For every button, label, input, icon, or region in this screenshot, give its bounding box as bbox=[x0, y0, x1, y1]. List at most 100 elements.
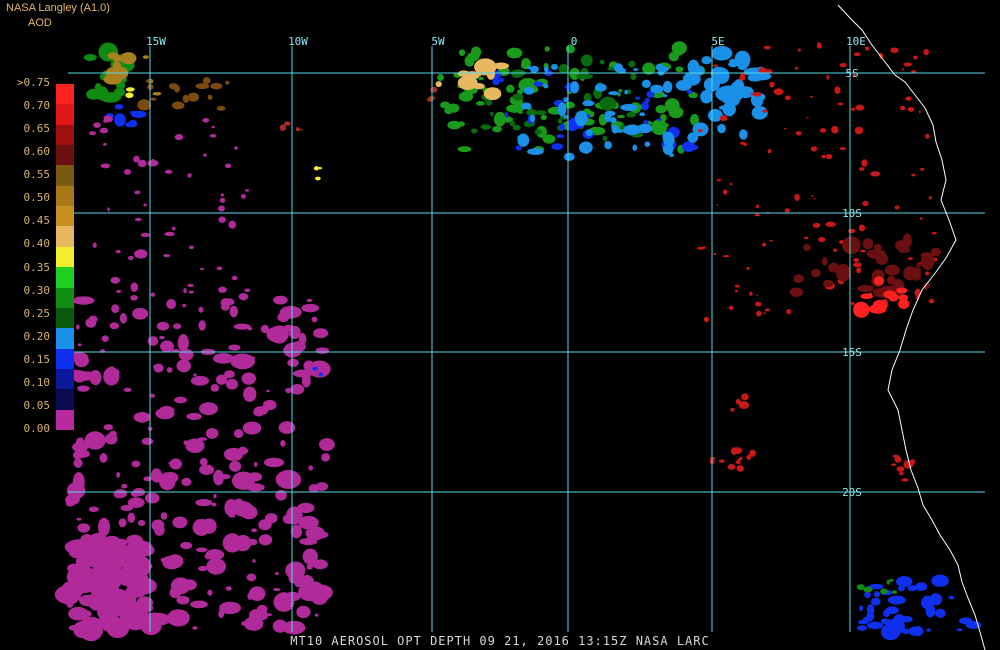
aerosol-pixel bbox=[925, 133, 930, 139]
aerosol-pixel bbox=[884, 264, 901, 276]
aerosol-pixel bbox=[825, 221, 836, 227]
aerosol-pixel bbox=[894, 456, 902, 463]
aerosol-pixel bbox=[152, 92, 162, 96]
aerosol-pixel bbox=[198, 320, 206, 331]
aerosol-pixel bbox=[559, 123, 565, 131]
aerosol-pixel bbox=[171, 226, 176, 231]
aerosol-pixel bbox=[125, 122, 134, 128]
aerosol-pixel bbox=[887, 595, 906, 605]
aerosol-pixel bbox=[435, 81, 442, 88]
aerosol-pixel bbox=[216, 266, 223, 271]
aerosol-pixel bbox=[880, 588, 888, 595]
aerosol-pixel bbox=[120, 504, 134, 512]
aerosol-pixel bbox=[517, 133, 530, 147]
aerosol-pixel bbox=[123, 169, 132, 175]
aerosol-pixel bbox=[574, 110, 588, 127]
aerosol-pixel bbox=[722, 101, 736, 117]
legend-swatch bbox=[56, 348, 74, 370]
aerosol-pixel bbox=[526, 148, 544, 155]
aerosol-pixel bbox=[162, 555, 182, 570]
aerosol-pixel bbox=[833, 248, 838, 252]
aerosol-pixel bbox=[826, 74, 830, 80]
aerosol-pixel bbox=[75, 324, 80, 330]
aerosol-pixel bbox=[529, 114, 536, 123]
lon-label: 10W bbox=[288, 35, 308, 48]
aerosol-pixel bbox=[822, 279, 834, 288]
aerosol-pixel bbox=[764, 308, 771, 312]
aerosol-pixel bbox=[818, 236, 826, 243]
aerosol-pixel bbox=[886, 275, 896, 285]
africa-coastline bbox=[837, 4, 986, 650]
aerosol-pixel bbox=[557, 102, 567, 117]
aerosol-pixel bbox=[834, 86, 841, 94]
aerosol-pixel bbox=[190, 600, 208, 609]
aerosol-pixel bbox=[127, 512, 136, 523]
aerosol-pixel bbox=[492, 78, 500, 86]
aerosol-pixel bbox=[602, 135, 608, 141]
aerosol-pixel bbox=[128, 255, 134, 261]
aerosol-pixel bbox=[506, 104, 524, 113]
aerosol-pixel bbox=[458, 49, 466, 57]
aerosol-pixel bbox=[272, 619, 288, 633]
aerosol-pixel bbox=[856, 625, 867, 631]
legend-swatch bbox=[56, 226, 74, 248]
aerosol-pixel bbox=[242, 323, 247, 328]
aerosol-pixel bbox=[136, 596, 154, 609]
aerosol-pixel bbox=[103, 116, 114, 123]
aerosol-pixel bbox=[821, 154, 826, 159]
legend-swatch bbox=[56, 165, 74, 187]
aerosol-pixel bbox=[430, 86, 438, 93]
aerosol-pixel bbox=[866, 621, 884, 630]
aerosol-pixel bbox=[206, 558, 227, 575]
aerosol-pixel bbox=[243, 386, 257, 402]
aerosol-pixel bbox=[130, 110, 137, 115]
aerosol-pixel bbox=[299, 539, 304, 542]
aerosol-pixel bbox=[137, 519, 146, 527]
aerosol-pixel bbox=[77, 523, 91, 533]
lon-label: 10E bbox=[846, 35, 866, 48]
aerosol-pixel bbox=[890, 47, 899, 54]
aerosol-pixel bbox=[160, 340, 175, 353]
aerosol-pixel bbox=[751, 105, 768, 120]
aerosol-pixel bbox=[73, 458, 83, 468]
aerosol-pixel bbox=[288, 572, 299, 584]
aerosol-pixel bbox=[644, 141, 651, 147]
aerosol-pixel bbox=[164, 169, 173, 174]
aerosol-pixel bbox=[911, 173, 916, 177]
aerosol-pixel bbox=[287, 358, 299, 367]
aerosol-pixel bbox=[812, 222, 821, 228]
aerosol-pixel bbox=[641, 79, 651, 89]
aerosol-pixel bbox=[317, 167, 323, 170]
aerosol-pixel bbox=[210, 82, 223, 90]
legend-swatch bbox=[56, 185, 74, 207]
aerosol-pixel bbox=[641, 101, 649, 111]
legend-swatch bbox=[56, 368, 74, 390]
aerosol-pixel bbox=[786, 309, 792, 315]
aerosol-pixel bbox=[115, 249, 121, 254]
aerosol-pixel bbox=[485, 99, 493, 106]
aerosol-pixel bbox=[761, 242, 767, 247]
aerosol-pixel bbox=[247, 326, 253, 331]
variable-label: AOD bbox=[28, 17, 52, 29]
aerosol-pixel bbox=[284, 591, 301, 602]
aerosol-pixel bbox=[504, 112, 509, 118]
aerosol-pixel bbox=[607, 66, 615, 71]
aerosol-pixel bbox=[74, 449, 90, 458]
aerosol-pixel bbox=[920, 167, 925, 171]
aerosol-pixel bbox=[258, 534, 273, 546]
aerosol-pixel bbox=[886, 579, 890, 585]
aerosol-pixel bbox=[125, 92, 134, 99]
aerosol-pixel bbox=[594, 83, 607, 92]
aerosol-pixel bbox=[740, 393, 749, 401]
aerosol-pixel bbox=[205, 427, 219, 439]
aerosol-pixel bbox=[722, 189, 728, 195]
aerosol-pixel bbox=[734, 289, 738, 293]
aerosol-pixel bbox=[457, 70, 470, 77]
aerosol-pixel bbox=[729, 58, 736, 65]
aerosol-pixel bbox=[253, 461, 258, 467]
aerosol-pixel bbox=[858, 619, 869, 625]
aerosol-pixel bbox=[899, 105, 906, 111]
aerosol-pixel bbox=[263, 457, 285, 468]
aerosol-pixel bbox=[285, 387, 292, 394]
legend-tick-label: 0.10 bbox=[23, 375, 51, 389]
